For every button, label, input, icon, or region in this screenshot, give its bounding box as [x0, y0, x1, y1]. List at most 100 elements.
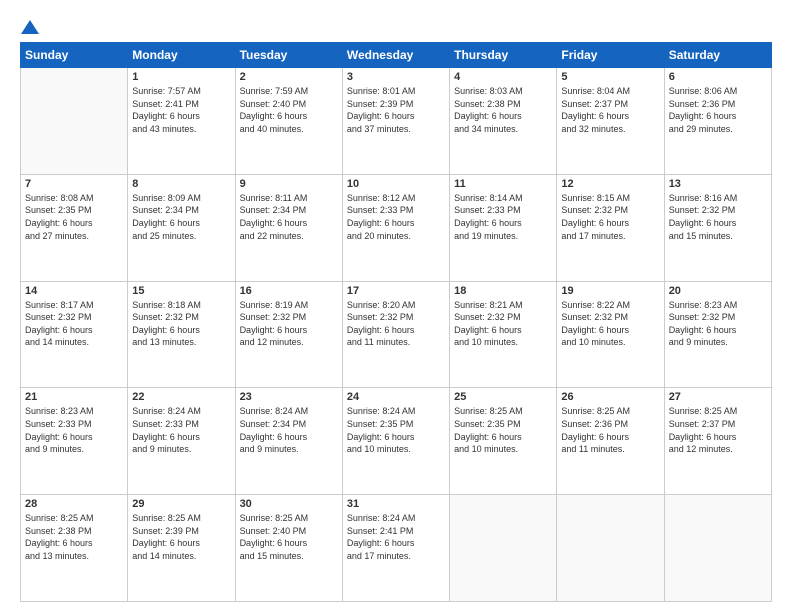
calendar-cell: 7Sunrise: 8:08 AM Sunset: 2:35 PM Daylig…: [21, 174, 128, 281]
day-number: 9: [240, 178, 338, 190]
calendar-cell: 22 Sunrise: 8:24 AM Sunset: 2:33 PM Dayli…: [128, 388, 235, 495]
calendar-cell: 15 Sunrise: 8:18 AM Sunset: 2:32 PM Dayli…: [128, 281, 235, 388]
cell-content: Sunrise: 8:03 AM Sunset: 2:38 PM Dayligh…: [454, 85, 552, 135]
cell-content: Sunrise: 8:17 AM Sunset: 2:32 PM Dayligh…: [25, 299, 123, 349]
calendar-cell: [450, 495, 557, 602]
day-header-thursday: Thursday: [450, 43, 557, 68]
calendar-cell: 6 Sunrise: 8:06 AM Sunset: 2:36 PM Daylig…: [664, 68, 771, 175]
cell-content: Sunrise: 8:23 AM Sunset: 2:33 PM Dayligh…: [25, 405, 123, 455]
day-number: 5: [561, 71, 659, 83]
cell-content: Sunrise: 8:22 AM Sunset: 2:32 PM Dayligh…: [561, 299, 659, 349]
week-row-1: 7Sunrise: 8:08 AM Sunset: 2:35 PM Daylig…: [21, 174, 772, 281]
cell-content: Sunrise: 8:25 AM Sunset: 2:37 PM Dayligh…: [669, 405, 767, 455]
day-number: 29: [132, 498, 230, 510]
day-number: 4: [454, 71, 552, 83]
calendar-cell: 9 Sunrise: 8:11 AM Sunset: 2:34 PM Daylig…: [235, 174, 342, 281]
week-row-4: 28 Sunrise: 8:25 AM Sunset: 2:38 PM Dayli…: [21, 495, 772, 602]
day-number: 3: [347, 71, 445, 83]
day-number: 26: [561, 391, 659, 403]
calendar-cell: 19Sunrise: 8:22 AM Sunset: 2:32 PM Dayli…: [557, 281, 664, 388]
calendar-cell: 24Sunrise: 8:24 AM Sunset: 2:35 PM Dayli…: [342, 388, 449, 495]
calendar-cell: 1 Sunrise: 7:57 AM Sunset: 2:41 PM Daylig…: [128, 68, 235, 175]
day-header-monday: Monday: [128, 43, 235, 68]
day-number: 31: [347, 498, 445, 510]
cell-content: Sunrise: 8:01 AM Sunset: 2:39 PM Dayligh…: [347, 85, 445, 135]
day-number: 30: [240, 498, 338, 510]
calendar-cell: 5Sunrise: 8:04 AM Sunset: 2:37 PM Daylig…: [557, 68, 664, 175]
calendar-cell: 3 Sunrise: 8:01 AM Sunset: 2:39 PM Daylig…: [342, 68, 449, 175]
cell-content: Sunrise: 8:09 AM Sunset: 2:34 PM Dayligh…: [132, 192, 230, 242]
cell-content: Sunrise: 8:24 AM Sunset: 2:34 PM Dayligh…: [240, 405, 338, 455]
day-number: 14: [25, 285, 123, 297]
calendar-cell: [21, 68, 128, 175]
day-number: 21: [25, 391, 123, 403]
calendar-cell: 14 Sunrise: 8:17 AM Sunset: 2:32 PM Dayli…: [21, 281, 128, 388]
day-number: 18: [454, 285, 552, 297]
cell-content: Sunrise: 8:11 AM Sunset: 2:34 PM Dayligh…: [240, 192, 338, 242]
cell-content: Sunrise: 8:25 AM Sunset: 2:38 PM Dayligh…: [25, 512, 123, 562]
cell-content: Sunrise: 8:15 AM Sunset: 2:32 PM Dayligh…: [561, 192, 659, 242]
day-header-friday: Friday: [557, 43, 664, 68]
day-number: 1: [132, 71, 230, 83]
day-number: 13: [669, 178, 767, 190]
calendar-cell: 28 Sunrise: 8:25 AM Sunset: 2:38 PM Dayli…: [21, 495, 128, 602]
cell-content: Sunrise: 8:20 AM Sunset: 2:32 PM Dayligh…: [347, 299, 445, 349]
cell-content: Sunrise: 8:25 AM Sunset: 2:35 PM Dayligh…: [454, 405, 552, 455]
day-number: 12: [561, 178, 659, 190]
cell-content: Sunrise: 7:59 AM Sunset: 2:40 PM Dayligh…: [240, 85, 338, 135]
calendar-cell: 18 Sunrise: 8:21 AM Sunset: 2:32 PM Dayli…: [450, 281, 557, 388]
day-number: 16: [240, 285, 338, 297]
cell-content: Sunrise: 8:25 AM Sunset: 2:40 PM Dayligh…: [240, 512, 338, 562]
calendar-cell: 11Sunrise: 8:14 AM Sunset: 2:33 PM Dayli…: [450, 174, 557, 281]
calendar-cell: 12 Sunrise: 8:15 AM Sunset: 2:32 PM Dayli…: [557, 174, 664, 281]
calendar-table: SundayMondayTuesdayWednesdayThursdayFrid…: [20, 42, 772, 602]
calendar-cell: 8 Sunrise: 8:09 AM Sunset: 2:34 PM Daylig…: [128, 174, 235, 281]
day-number: 23: [240, 391, 338, 403]
calendar-cell: 29 Sunrise: 8:25 AM Sunset: 2:39 PM Dayli…: [128, 495, 235, 602]
header: [20, 18, 772, 32]
calendar-cell: 13Sunrise: 8:16 AM Sunset: 2:32 PM Dayli…: [664, 174, 771, 281]
calendar-body: 1 Sunrise: 7:57 AM Sunset: 2:41 PM Daylig…: [21, 68, 772, 602]
cell-content: Sunrise: 8:18 AM Sunset: 2:32 PM Dayligh…: [132, 299, 230, 349]
week-row-2: 14 Sunrise: 8:17 AM Sunset: 2:32 PM Dayli…: [21, 281, 772, 388]
day-number: 2: [240, 71, 338, 83]
day-header-saturday: Saturday: [664, 43, 771, 68]
day-number: 10: [347, 178, 445, 190]
cell-content: Sunrise: 8:25 AM Sunset: 2:39 PM Dayligh…: [132, 512, 230, 562]
day-number: 6: [669, 71, 767, 83]
week-row-3: 21 Sunrise: 8:23 AM Sunset: 2:33 PM Dayli…: [21, 388, 772, 495]
calendar-cell: 20 Sunrise: 8:23 AM Sunset: 2:32 PM Dayli…: [664, 281, 771, 388]
cell-content: Sunrise: 8:25 AM Sunset: 2:36 PM Dayligh…: [561, 405, 659, 455]
day-number: 27: [669, 391, 767, 403]
calendar-cell: 16Sunrise: 8:19 AM Sunset: 2:32 PM Dayli…: [235, 281, 342, 388]
calendar-cell: [557, 495, 664, 602]
calendar-cell: 21 Sunrise: 8:23 AM Sunset: 2:33 PM Dayli…: [21, 388, 128, 495]
day-number: 15: [132, 285, 230, 297]
day-header-tuesday: Tuesday: [235, 43, 342, 68]
day-number: 17: [347, 285, 445, 297]
calendar-cell: 30 Sunrise: 8:25 AM Sunset: 2:40 PM Dayli…: [235, 495, 342, 602]
day-number: 22: [132, 391, 230, 403]
calendar-cell: 2 Sunrise: 7:59 AM Sunset: 2:40 PM Daylig…: [235, 68, 342, 175]
logo-triangle-icon: [21, 18, 39, 36]
day-number: 20: [669, 285, 767, 297]
day-number: 11: [454, 178, 552, 190]
calendar-cell: 23 Sunrise: 8:24 AM Sunset: 2:34 PM Dayli…: [235, 388, 342, 495]
day-number: 24: [347, 391, 445, 403]
calendar-cell: 25 Sunrise: 8:25 AM Sunset: 2:35 PM Dayli…: [450, 388, 557, 495]
day-number: 25: [454, 391, 552, 403]
day-number: 8: [132, 178, 230, 190]
cell-content: Sunrise: 7:57 AM Sunset: 2:41 PM Dayligh…: [132, 85, 230, 135]
calendar-cell: 10 Sunrise: 8:12 AM Sunset: 2:33 PM Dayli…: [342, 174, 449, 281]
day-number: 28: [25, 498, 123, 510]
cell-content: Sunrise: 8:12 AM Sunset: 2:33 PM Dayligh…: [347, 192, 445, 242]
cell-content: Sunrise: 8:06 AM Sunset: 2:36 PM Dayligh…: [669, 85, 767, 135]
calendar-cell: 26 Sunrise: 8:25 AM Sunset: 2:36 PM Dayli…: [557, 388, 664, 495]
calendar-cell: 17 Sunrise: 8:20 AM Sunset: 2:32 PM Dayli…: [342, 281, 449, 388]
cell-content: Sunrise: 8:23 AM Sunset: 2:32 PM Dayligh…: [669, 299, 767, 349]
cell-content: Sunrise: 8:21 AM Sunset: 2:32 PM Dayligh…: [454, 299, 552, 349]
calendar-cell: 4 Sunrise: 8:03 AM Sunset: 2:38 PM Daylig…: [450, 68, 557, 175]
week-row-0: 1 Sunrise: 7:57 AM Sunset: 2:41 PM Daylig…: [21, 68, 772, 175]
calendar-cell: 31Sunrise: 8:24 AM Sunset: 2:41 PM Dayli…: [342, 495, 449, 602]
cell-content: Sunrise: 8:24 AM Sunset: 2:33 PM Dayligh…: [132, 405, 230, 455]
